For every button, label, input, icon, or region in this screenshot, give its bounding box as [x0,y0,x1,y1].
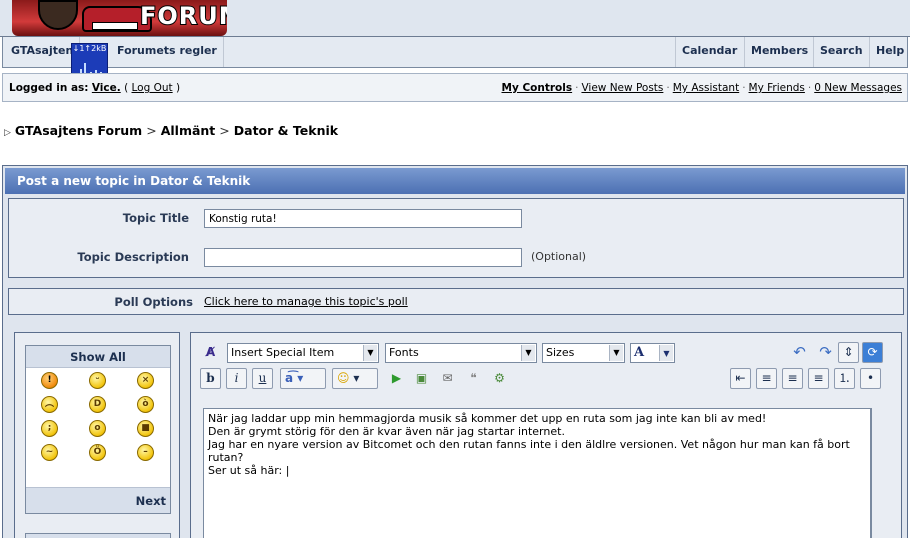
nav-calendar[interactable]: Calendar [675,37,743,67]
forum-logo[interactable]: FORUM [12,0,227,36]
logo-text: FORUM [139,1,227,31]
special-item-select[interactable]: Insert Special Item ▼ [227,343,379,363]
user-bar: Logged in as: Vice. ( Log Out ) My Contr… [2,73,908,102]
blank-icon[interactable]: – [137,444,154,461]
nav-search[interactable]: Search [813,37,869,67]
poll-options-label: Poll Options [114,295,193,309]
wink-icon[interactable]: ; [41,420,58,437]
insert-quote-icon[interactable]: ❝ [463,369,484,390]
size-select[interactable]: Sizes ▼ [542,343,625,363]
emoticon-select[interactable]: ☺ ▾ [332,368,378,389]
align-left-icon[interactable]: ≡ [756,368,777,389]
header-banner: FORUM [0,0,910,37]
bold-button[interactable]: b [200,368,221,389]
mad-icon[interactable]: ò [137,396,154,413]
insert-code-icon[interactable]: ⚙ [489,369,510,390]
breadcrumb: ▷ GTAsajtens Forum > Allmänt > Dator & Teknik [4,123,339,138]
username-link[interactable]: Vice. [92,82,121,94]
topic-description-label: Topic Description [77,250,189,264]
breadcrumb-forum[interactable]: GTAsajtens Forum [15,123,142,138]
align-right-icon[interactable]: ≡ [808,368,829,389]
sad-icon[interactable]: ︵ [41,396,58,413]
nav-gtasajten[interactable]: GTAsajten [5,37,81,67]
insert-media-icon[interactable]: ▶ [386,369,407,390]
font-color-select[interactable]: A ▼ [630,343,675,363]
login-status: Logged in as: Vice. ( Log Out ) [9,82,181,94]
undo-icon[interactable]: ↶ [789,343,810,364]
switch-editor-icon[interactable]: ⟳ [862,342,883,363]
font-select[interactable]: Fonts ▼ [385,343,537,363]
topic-description-input[interactable] [204,248,522,267]
main-nav: GTAsajten Forumets regler Calendar Membe… [2,37,908,68]
insert-email-icon[interactable]: ✉ [437,369,458,390]
logo-character-image [38,0,78,30]
view-new-posts-link[interactable]: View New Posts [581,82,663,94]
special-item-value: Insert Special Item [231,346,335,359]
manage-poll-link[interactable]: Click here to manage this topic's poll [204,295,408,308]
new-messages-link[interactable]: 0 New Messages [814,82,902,94]
my-controls-link[interactable]: My Controls [502,82,573,94]
font-value: Fonts [389,346,419,359]
warning-icon[interactable]: ! [41,372,58,389]
ohmy-icon[interactable]: o [89,420,106,437]
underline-button[interactable]: u [252,368,273,389]
nav-members[interactable]: Members [744,37,814,67]
show-all-emoticons-button[interactable]: Show All [26,346,170,368]
topic-title-label: Topic Title [122,211,189,225]
insert-image-icon[interactable]: ▣ [411,369,432,390]
my-friends-link[interactable]: My Friends [749,82,805,94]
redo-icon[interactable]: ↷ [815,343,836,364]
chevron-down-icon: ▼ [659,345,673,361]
remove-formatting-icon[interactable]: A̸ [200,343,221,364]
chevron-down-icon: ▼ [363,345,377,361]
annoyed-icon[interactable]: × [137,372,154,389]
nav-forum-rules[interactable]: Forumets regler [111,37,224,67]
text-effects-select[interactable]: a͡ ▾ [280,368,326,389]
post-body-textarea[interactable]: När jag laddar upp min hemmagjorda musik… [203,408,872,538]
panel-title: Post a new topic in Dator & Teknik [5,168,905,194]
breadcrumb-subforum[interactable]: Dator & Teknik [234,123,338,138]
my-assistant-link[interactable]: My Assistant [673,82,739,94]
outdent-icon[interactable]: ⇤ [730,368,751,389]
sleepy-icon[interactable]: ~ [41,444,58,461]
logged-in-label: Logged in as: [9,82,89,94]
optional-note: (Optional) [531,250,587,263]
breadcrumb-arrow-icon: ▷ [4,128,11,138]
laugh-icon[interactable]: Ö [89,444,106,461]
size-value: Sizes [546,346,575,359]
italic-button[interactable]: i [226,368,247,389]
breadcrumb-category[interactable]: Allmänt [161,123,216,138]
chevron-down-icon: ▼ [609,345,623,361]
bullet-list-icon[interactable]: • [860,368,881,389]
emoticon-secondary-box [25,533,171,538]
align-center-icon[interactable]: ≡ [782,368,803,389]
topic-title-input[interactable]: Konstig ruta! [204,209,522,228]
numbered-list-icon[interactable]: ⒈ [834,368,855,389]
smile-icon[interactable]: ᵕ [89,372,106,389]
cool-icon[interactable]: ■ [137,420,154,437]
chevron-down-icon: ▼ [521,345,535,361]
next-emoticons-button[interactable]: Next [26,487,170,513]
font-color-icon: A [634,345,645,360]
nav-help[interactable]: Help [869,37,910,67]
emoticon-box: Show All ! ᵕ × ︵ D ò ; o ■ ~ Ö – Next [25,345,171,514]
resize-editor-icon[interactable]: ⇕ [838,342,859,363]
biggrin-icon[interactable]: D [89,396,106,413]
user-links: My Controls · View New Posts · My Assistant ·… [501,82,903,94]
logout-link[interactable]: Log Out [132,82,173,94]
network-rate-text: ↓1↑2kB [72,44,107,53]
